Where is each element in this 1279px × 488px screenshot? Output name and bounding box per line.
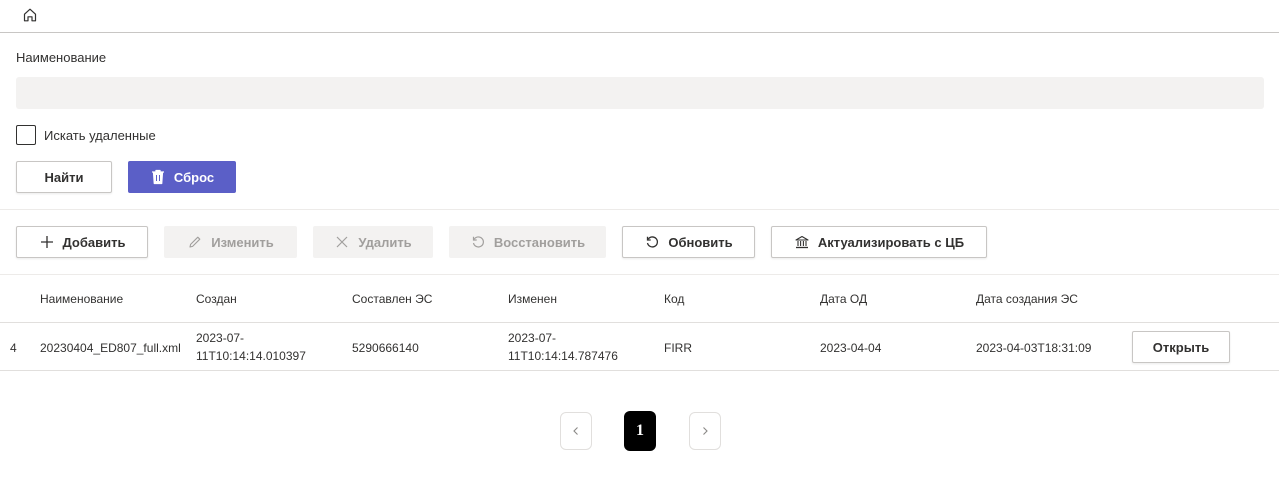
refresh-button[interactable]: Обновить [622, 226, 755, 258]
restore-button[interactable]: Восстановить [449, 226, 606, 258]
checkbox-box[interactable] [16, 125, 36, 145]
trash-icon [150, 169, 166, 185]
cell-es-created: 2023-04-03T18:31:09 [976, 341, 1092, 355]
cell-created-line2: 11T10:14:14.010397 [196, 349, 306, 363]
restore-button-label: Восстановить [493, 234, 586, 250]
delete-button[interactable]: Удалить [313, 226, 433, 258]
open-button-label: Открыть [1152, 339, 1210, 355]
actualize-button-label: Актуализировать с ЦБ [817, 234, 965, 250]
plus-icon [39, 234, 55, 250]
delete-button-label: Удалить [358, 234, 412, 250]
cell-modified-line2: 11T10:14:14.787476 [508, 349, 618, 363]
cell-name: 20230404_ED807_full.xml [40, 341, 181, 355]
bank-icon [794, 234, 810, 250]
reset-button-label: Сброс [173, 169, 215, 185]
add-button-label: Добавить [62, 234, 126, 250]
find-button[interactable]: Найти [16, 161, 112, 193]
column-header-name[interactable]: Наименование [40, 292, 123, 306]
cell-date-od: 2023-04-04 [820, 341, 882, 355]
column-header-date-od[interactable]: Дата ОД [820, 292, 867, 306]
chevron-right-icon [700, 424, 710, 439]
close-icon [334, 234, 350, 250]
cell-code: FIRR [664, 341, 692, 355]
column-header-code[interactable]: Код [664, 292, 684, 306]
cell-modified-line1: 2023-07- [508, 331, 557, 345]
divider [0, 209, 1279, 210]
cell-created-line1: 2023-07- [196, 331, 245, 345]
open-button[interactable]: Открыть [1132, 331, 1230, 363]
search-deleted-checkbox[interactable]: Искать удаленные [16, 125, 156, 145]
name-input[interactable] [16, 77, 1264, 109]
undo-icon [470, 234, 486, 250]
column-header-modified[interactable]: Изменен [508, 292, 557, 306]
refresh-icon [644, 234, 660, 250]
column-header-created[interactable]: Создан [196, 292, 237, 306]
row-index: 4 [10, 341, 17, 355]
column-header-es-created[interactable]: Дата создания ЭС [976, 292, 1078, 306]
name-field-label: Наименование [16, 50, 107, 65]
chevron-left-icon [571, 424, 581, 439]
prev-page-button[interactable] [560, 412, 592, 450]
pencil-icon [187, 234, 203, 250]
find-button-label: Найти [44, 169, 84, 185]
cell-composed-es: 5290666140 [352, 341, 419, 355]
actualize-button[interactable]: Актуализировать с ЦБ [771, 226, 987, 258]
reset-button[interactable]: Сброс [128, 161, 236, 193]
home-icon[interactable] [20, 5, 40, 25]
table-row[interactable]: 4 20230404_ED807_full.xml 2023-07- 11T10… [0, 323, 1279, 371]
column-header-composed-es[interactable]: Составлен ЭС [352, 292, 432, 306]
current-page-number: 1 [636, 422, 644, 439]
refresh-button-label: Обновить [668, 234, 733, 250]
next-page-button[interactable] [689, 412, 721, 450]
table-header: Наименование Создан Составлен ЭС Изменен… [0, 275, 1279, 323]
edit-button-label: Изменить [211, 234, 274, 250]
top-bar [0, 0, 1279, 33]
documents-table: Наименование Создан Составлен ЭС Изменен… [0, 275, 1279, 371]
add-button[interactable]: Добавить [16, 226, 148, 258]
search-deleted-label: Искать удаленные [44, 127, 156, 143]
edit-button[interactable]: Изменить [164, 226, 297, 258]
page-button-current[interactable]: 1 [624, 411, 656, 451]
